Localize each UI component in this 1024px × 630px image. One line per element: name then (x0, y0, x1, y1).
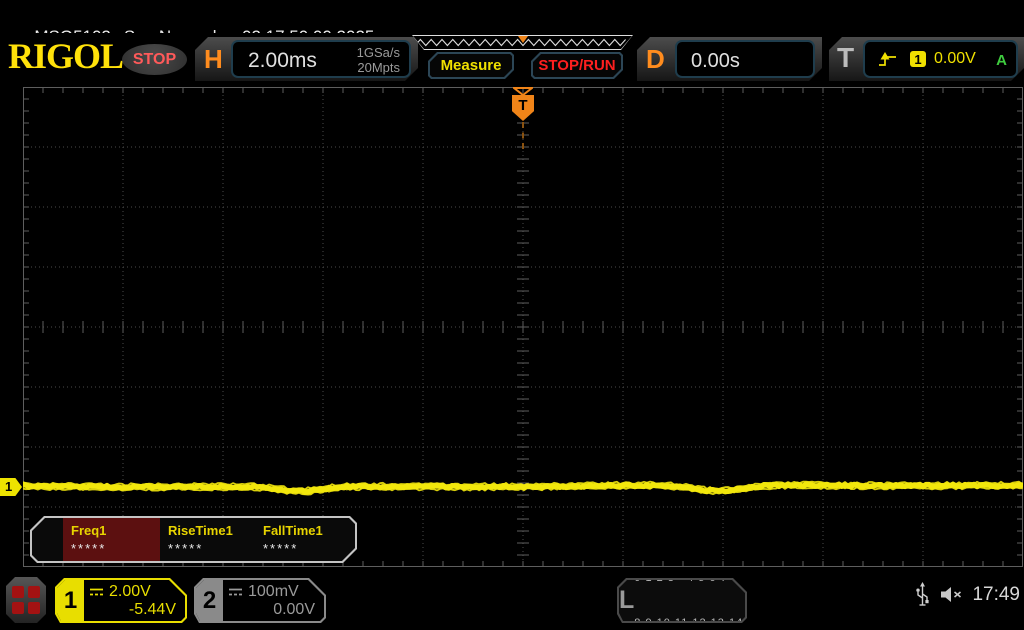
ch1-waveform-trace (23, 87, 1023, 567)
channel1-offset: -5.44V (89, 601, 176, 619)
sample-rate-value: 1GSa/s (357, 45, 400, 60)
trigger-readout: 1 0.00V A (863, 40, 1018, 78)
channel2-scale: 100mV (248, 583, 299, 601)
channel1-number: 1 (57, 580, 84, 621)
bottom-status-bar: 1 2.00V -5.44V 2 (0, 567, 1024, 630)
timebase-readout: 2.00ms 1GSa/s 20Mpts (231, 40, 411, 78)
trigger-position-outline-icon (513, 87, 533, 96)
trigger-label: T (837, 42, 854, 74)
horizontal-label: H (204, 44, 223, 75)
timebase-value: 2.00ms (248, 49, 317, 73)
ch1-ground-marker[interactable]: 1 (0, 478, 22, 496)
trigger-sweep-mode: A (996, 52, 1007, 69)
top-info-bar: MSO5102Sun November 02 17:50:00 2025 (0, 0, 1024, 33)
edge-trigger-slope-icon (877, 51, 898, 68)
stop-run-button-label: STOP/RUN (533, 54, 621, 77)
usb-icon (915, 581, 930, 608)
memory-depth-value: 20Mpts (357, 60, 400, 75)
measurement-value: ***** (168, 541, 255, 556)
channel2-status[interactable]: 2 100mV 0.00V (194, 578, 326, 623)
measurement-item-falltime1[interactable]: FallTime1 ***** (255, 518, 350, 561)
dc-coupling-icon (89, 587, 104, 597)
graticule-area (23, 87, 1023, 567)
channel2-body: 2 100mV 0.00V (196, 580, 324, 621)
clock-readout: 17:49 (972, 584, 1020, 606)
oscilloscope-screen: MSO5102Sun November 02 17:50:00 2025 RIG… (0, 0, 1024, 630)
measurement-panel: Freq1 ***** RiseTime1 ***** FallTime1 **… (30, 516, 357, 563)
delay-readout: 0.00s (675, 40, 815, 78)
trigger-source-badge: 1 (910, 51, 926, 67)
measurement-value: ***** (71, 541, 160, 556)
acquisition-state-badge[interactable]: STOP (122, 44, 187, 75)
delay-label: D (646, 44, 665, 75)
header-bar: RIGOL STOP H 2.00ms 1GSa/s 20Mpts Measur… (0, 33, 1024, 85)
measurement-value: ***** (263, 541, 350, 556)
horizontal-panel[interactable]: H 2.00ms 1GSa/s 20Mpts (195, 37, 418, 81)
channel-menu-button[interactable] (6, 577, 46, 623)
rigol-logo: RIGOL (8, 35, 123, 77)
grid-menu-icon (12, 586, 40, 614)
measurement-panel-body: Freq1 ***** RiseTime1 ***** FallTime1 **… (32, 518, 355, 561)
measurement-name: RiseTime1 (168, 523, 255, 538)
channel1-scale: 2.00V (109, 583, 151, 601)
logic-label: L (619, 586, 634, 615)
channel2-offset: 0.00V (228, 601, 315, 619)
delay-panel[interactable]: D 0.00s (637, 37, 822, 81)
channel2-number: 2 (196, 580, 223, 621)
logic-body: L 0 1 2 3 4 5 6 7 8 9 10 11 12 13 14 15 (619, 580, 745, 621)
stop-run-button[interactable]: STOP/RUN (531, 52, 623, 79)
measurement-name: Freq1 (71, 523, 160, 538)
trigger-level-value: 0.00V (934, 50, 976, 68)
overview-trigger-position-icon[interactable] (518, 36, 528, 43)
logic-channels-status[interactable]: L 0 1 2 3 4 5 6 7 8 9 10 11 12 13 14 15 (617, 578, 747, 623)
delay-value: 0.00s (691, 50, 740, 73)
dc-coupling-icon (228, 587, 243, 597)
waveform-overview-strip[interactable] (412, 35, 633, 50)
measurement-name: FallTime1 (263, 523, 350, 538)
measurement-item-freq1[interactable]: Freq1 ***** (63, 518, 160, 561)
sample-rate-readout: 1GSa/s 20Mpts (357, 45, 400, 75)
trigger-panel[interactable]: T 1 0.00V A (829, 37, 1024, 81)
trigger-position-line (522, 122, 524, 149)
channel1-body: 1 2.00V -5.44V (57, 580, 185, 621)
speaker-muted-icon (939, 585, 963, 604)
channel1-status[interactable]: 1 2.00V -5.44V (55, 578, 187, 623)
measure-button[interactable]: Measure (428, 52, 514, 79)
measurement-item-risetime1[interactable]: RiseTime1 ***** (160, 518, 255, 561)
measure-button-label: Measure (430, 54, 512, 77)
